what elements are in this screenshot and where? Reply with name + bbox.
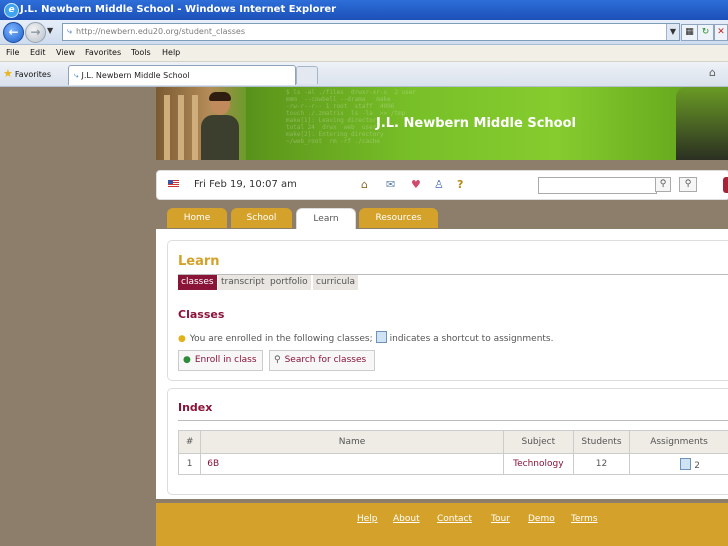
menu-view[interactable]: View bbox=[56, 48, 75, 57]
window-title-bar: e J.L. Newbern Middle School - Windows I… bbox=[0, 0, 728, 20]
learn-panel: Learn classes transcript portfolio curri… bbox=[167, 240, 728, 381]
col-subject[interactable]: Subject bbox=[502, 430, 574, 454]
subtab-classes[interactable]: classes bbox=[178, 275, 217, 290]
logout-button[interactable] bbox=[723, 177, 728, 193]
assignments-shortcut-icon bbox=[375, 331, 387, 343]
address-text: http://newbern.edu20.org/student_classes bbox=[76, 27, 245, 36]
index-heading: Index bbox=[178, 401, 213, 414]
col-name[interactable]: Name bbox=[200, 430, 504, 454]
footer-link-help[interactable]: Help bbox=[357, 514, 378, 524]
tab-home[interactable]: Home bbox=[167, 208, 227, 228]
class-subject-link[interactable]: Technology bbox=[502, 453, 574, 475]
recent-pages-dropdown-icon[interactable]: ▼ bbox=[47, 26, 53, 35]
internet-explorer-icon: e bbox=[4, 3, 19, 18]
subtab-transcript[interactable]: transcript bbox=[218, 275, 268, 290]
menu-file[interactable]: File bbox=[6, 48, 19, 57]
favorites-button[interactable]: ★ Favorites bbox=[3, 67, 51, 80]
address-field[interactable]: ⤷ http://newbern.edu20.org/student_classe… bbox=[62, 23, 680, 41]
row-number: 1 bbox=[177, 453, 202, 475]
class-students-count: 12 bbox=[572, 453, 631, 475]
favorites-label: Favorites bbox=[14, 70, 52, 79]
search-button[interactable]: ⚲ bbox=[655, 177, 671, 192]
banner-school-name: J.L. Newbern Middle School bbox=[376, 116, 576, 131]
home-icon[interactable]: ⌂ bbox=[361, 178, 368, 191]
footer-link-contact[interactable]: Contact bbox=[437, 514, 472, 524]
search-input[interactable] bbox=[538, 177, 657, 194]
classes-table: # Name Subject Students Assignments 1 6B… bbox=[177, 430, 728, 475]
assignments-shortcut-icon[interactable] bbox=[680, 457, 692, 470]
col-assignments[interactable]: Assignments bbox=[629, 430, 728, 454]
hint-text-start: You are enrolled in the following classe… bbox=[189, 334, 373, 344]
table-row: 1 6B Technology 12 2 bbox=[177, 453, 728, 475]
mail-icon[interactable]: ✉ bbox=[386, 178, 395, 191]
footer-link-terms[interactable]: Terms bbox=[571, 514, 598, 524]
back-button[interactable]: ← bbox=[3, 22, 24, 43]
enroll-in-class-button[interactable]: ● Enroll in class bbox=[178, 350, 263, 371]
menu-bar: File Edit View Favorites Tools Help bbox=[0, 45, 728, 62]
classes-heading: Classes bbox=[178, 308, 225, 321]
add-icon: ● bbox=[183, 355, 191, 365]
tab-page-icon: ⤷ bbox=[74, 71, 79, 80]
class-name-link[interactable]: 6B bbox=[200, 453, 504, 475]
info-bar: Fri Feb 19, 10:07 am ⌂ ✉ ♥ ♙ ? ⚲ ⚲ bbox=[156, 170, 728, 200]
magnifier-icon: ⚲ bbox=[274, 355, 281, 365]
assignments-count[interactable]: 2 bbox=[694, 461, 700, 471]
new-tab-button[interactable] bbox=[296, 66, 318, 84]
menu-favorites[interactable]: Favorites bbox=[85, 48, 121, 57]
tab-learn[interactable]: Learn bbox=[296, 208, 356, 230]
menu-help[interactable]: Help bbox=[162, 48, 180, 57]
search-classes-label: Search for classes bbox=[284, 355, 367, 365]
home-icon[interactable]: ⌂ bbox=[709, 66, 716, 79]
lightbulb-icon: ● bbox=[178, 334, 186, 344]
footer-link-tour[interactable]: Tour bbox=[491, 514, 510, 524]
subtab-portfolio[interactable]: portfolio bbox=[267, 275, 311, 290]
search-options-button[interactable]: ⚲ bbox=[679, 177, 697, 192]
search-for-classes-button[interactable]: ⚲ Search for classes bbox=[269, 350, 375, 371]
divider bbox=[178, 420, 728, 421]
favorites-star-icon: ★ bbox=[3, 67, 13, 80]
help-icon[interactable]: ? bbox=[457, 178, 463, 191]
forward-button[interactable]: → bbox=[25, 22, 46, 43]
menu-edit[interactable]: Edit bbox=[30, 48, 46, 57]
hint-text-end: indicates a shortcut to assignments. bbox=[389, 334, 554, 344]
classes-hint: ● You are enrolled in the following class… bbox=[178, 331, 553, 344]
tab-title: J.L. Newbern Middle School bbox=[81, 71, 190, 80]
table-header-row: # Name Subject Students Assignments bbox=[177, 430, 728, 454]
refresh-icon[interactable]: ↻ bbox=[697, 24, 714, 41]
heart-icon[interactable]: ♥ bbox=[411, 178, 421, 191]
col-number: # bbox=[177, 430, 202, 454]
flag-icon bbox=[168, 180, 179, 188]
enroll-label: Enroll in class bbox=[194, 355, 257, 365]
tab-bar: ★ Favorites ⤷ J.L. Newbern Middle School ⌂ bbox=[0, 62, 728, 87]
window-title: J.L. Newbern Middle School - Windows Int… bbox=[20, 4, 337, 15]
index-panel: Index # Name Subject Students Assignment… bbox=[167, 388, 728, 495]
footer-link-demo[interactable]: Demo bbox=[528, 514, 555, 524]
address-dropdown-icon[interactable]: ▼ bbox=[666, 24, 679, 40]
browser-tab-active[interactable]: ⤷ J.L. Newbern Middle School bbox=[68, 65, 296, 85]
address-bar-row: ← → ▼ ⤷ http://newbern.edu20.org/student_… bbox=[0, 20, 728, 45]
school-banner: $ ls -al ./files drwxr-xr-x 2 user mmm -… bbox=[156, 87, 728, 160]
learn-heading: Learn bbox=[178, 254, 220, 269]
student-photo bbox=[200, 92, 240, 160]
compatibility-icon[interactable]: ▦ bbox=[681, 24, 698, 41]
user-icon[interactable]: ♙ bbox=[434, 178, 444, 191]
tab-resources[interactable]: Resources bbox=[359, 208, 438, 228]
menu-tools[interactable]: Tools bbox=[131, 48, 151, 57]
class-assignments-cell[interactable]: 2 bbox=[629, 453, 728, 475]
stop-icon[interactable]: ✕ bbox=[714, 24, 728, 41]
footer-link-about[interactable]: About bbox=[393, 514, 420, 524]
laptop-image bbox=[676, 87, 728, 160]
page-icon: ⤷ bbox=[67, 27, 73, 37]
col-students[interactable]: Students bbox=[572, 430, 631, 454]
page-footer: Help About Contact Tour Demo Terms bbox=[156, 503, 728, 546]
current-date: Fri Feb 19, 10:07 am bbox=[194, 179, 297, 190]
subtab-curricula[interactable]: curricula bbox=[313, 275, 359, 290]
tab-school[interactable]: School bbox=[231, 208, 292, 228]
